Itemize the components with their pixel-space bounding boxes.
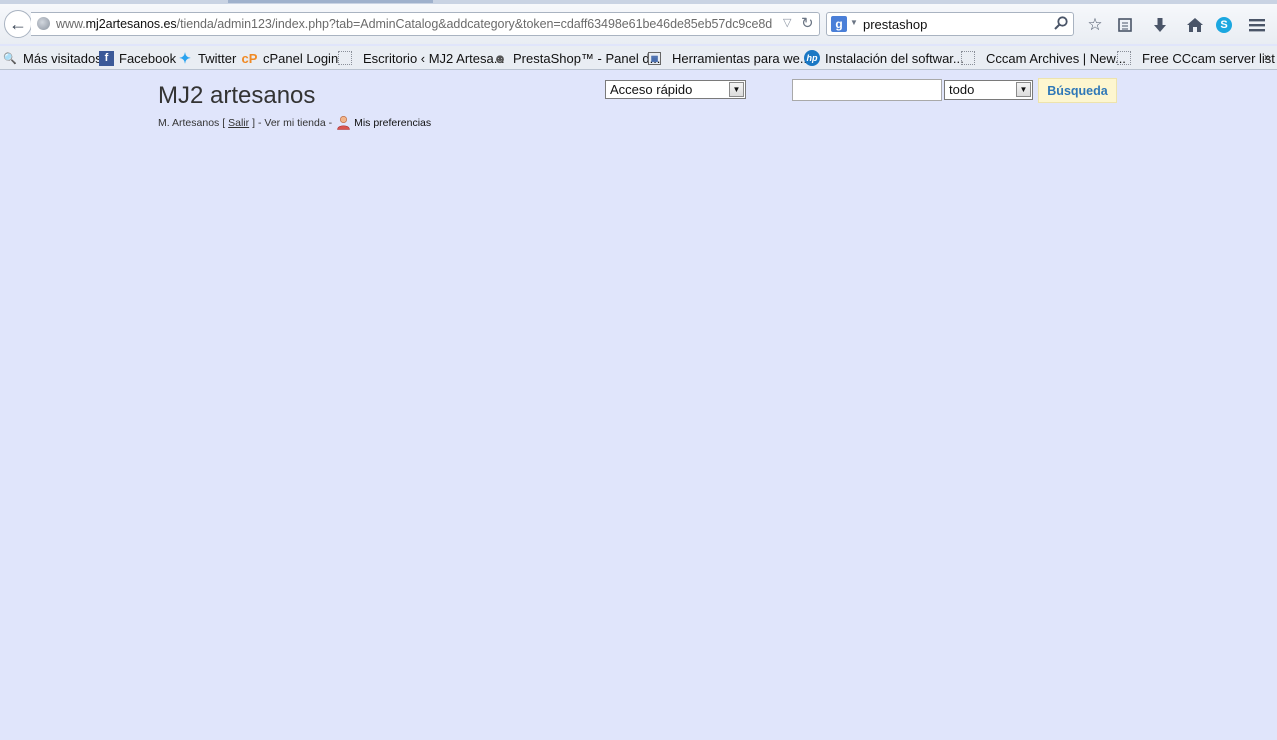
bookmark-prestashop[interactable]: ☻ PrestaShop™ - Panel d... xyxy=(492,49,660,67)
bookmark-label: PrestaShop™ - Panel d... xyxy=(513,50,661,66)
search-scope-value: todo xyxy=(949,82,975,97)
bookmark-escritorio[interactable]: Escritorio ‹ MJ2 Artesa... xyxy=(338,49,505,67)
bookmark-label: Más visitados xyxy=(23,50,102,66)
user-preferences-icon[interactable] xyxy=(336,115,351,130)
bookmarks-toolbar: 🔍 Más visitados f Facebook ✦ Twitter cP … xyxy=(0,46,1277,70)
bookmark-label: Cccam Archives | New... xyxy=(986,50,1126,66)
site-title: MJ2 artesanos xyxy=(158,82,316,109)
page-icon xyxy=(961,51,975,65)
page-icon xyxy=(1117,51,1131,65)
user-name: M. Artesanos [ xyxy=(158,116,226,129)
url-history-dropdown-icon[interactable]: ▽ xyxy=(783,16,791,29)
google-icon[interactable]: g xyxy=(831,16,847,32)
star-bookmark-icon[interactable]: ☆ xyxy=(1085,15,1105,35)
bookmark-label: Free CCcam server list xyxy=(1142,50,1275,66)
bookmarks-overflow-button[interactable]: » xyxy=(1264,50,1271,64)
bookmark-label: cPanel Login xyxy=(263,50,339,66)
bookmarks-menu-icon[interactable] xyxy=(1115,15,1135,35)
quick-access-select[interactable]: Acceso rápido ▼ xyxy=(605,80,746,99)
prestashop-icon: ☻ xyxy=(493,50,507,66)
url-text[interactable]: www.mj2artesanos.es/tienda/admin123/inde… xyxy=(56,17,772,31)
bookmark-herramientas[interactable]: ▦ Herramientas para we... xyxy=(648,49,811,67)
page-icon xyxy=(338,51,352,65)
url-host: mj2artesanos.es xyxy=(85,17,177,31)
most-visited-icon: 🔍 xyxy=(3,52,17,65)
bookmark-cpanel[interactable]: cP cPanel Login xyxy=(241,49,339,67)
bookmark-label: Instalación del softwar... xyxy=(825,50,964,66)
search-button[interactable]: Búsqueda xyxy=(1038,78,1117,103)
bookmark-label: Facebook xyxy=(119,50,177,66)
bookmark-label: Herramientas para we... xyxy=(672,50,811,66)
search-scope-select[interactable]: todo ▼ xyxy=(944,80,1033,100)
site-identity-icon[interactable] xyxy=(37,17,50,30)
menu-icon[interactable] xyxy=(1247,15,1267,35)
search-engine-dropdown-icon[interactable]: ▼ xyxy=(850,18,858,27)
cpanel-icon: cP xyxy=(241,50,258,66)
home-icon[interactable] xyxy=(1185,15,1205,35)
bookmark-cccam-archives[interactable]: Cccam Archives | New... xyxy=(961,49,1126,67)
chevron-down-icon[interactable]: ▼ xyxy=(1016,82,1031,97)
url-prefix: www. xyxy=(56,17,86,31)
bookmark-instalacion[interactable]: hp Instalación del softwar... xyxy=(804,49,964,67)
navigation-toolbar: ← www.mj2artesanos.es/tienda/admin123/in… xyxy=(0,4,1277,44)
magnifier-icon[interactable] xyxy=(1053,15,1069,31)
chevron-down-icon[interactable]: ▼ xyxy=(729,82,744,97)
url-path: /tienda/admin123/index.php?tab=AdminCata… xyxy=(176,17,773,31)
bookmark-facebook[interactable]: f Facebook xyxy=(99,49,176,67)
user-info-line: M. Artesanos [ Salir ] - Ver mi tienda -… xyxy=(158,115,431,130)
url-bar[interactable]: www.mj2artesanos.es/tienda/admin123/inde… xyxy=(31,12,820,36)
tools-icon: ▦ xyxy=(648,51,661,65)
browser-search-bar[interactable]: g ▼ prestashop xyxy=(826,12,1074,36)
facebook-icon: f xyxy=(99,50,114,66)
view-store-text: ] - Ver mi tienda - xyxy=(252,116,333,129)
bookmark-mas-visitados[interactable]: 🔍 Más visitados xyxy=(2,49,102,67)
preferences-link[interactable]: Mis preferencias xyxy=(354,117,431,129)
admin-search-input[interactable] xyxy=(792,79,942,101)
quick-access-label: Acceso rápido xyxy=(610,82,693,97)
bookmark-free-cccam[interactable]: Free CCcam server list xyxy=(1117,49,1275,67)
reload-icon[interactable]: ↻ xyxy=(801,14,814,32)
hp-icon: hp xyxy=(804,50,820,66)
bookmark-twitter[interactable]: ✦ Twitter xyxy=(177,49,236,67)
browser-search-text[interactable]: prestashop xyxy=(863,17,927,32)
download-icon[interactable] xyxy=(1150,15,1170,35)
logout-link[interactable]: Salir xyxy=(228,117,249,129)
twitter-icon: ✦ xyxy=(179,49,191,66)
skype-icon[interactable]: S xyxy=(1214,15,1234,35)
bookmark-label: Escritorio ‹ MJ2 Artesa... xyxy=(363,50,505,66)
bookmark-label: Twitter xyxy=(198,50,237,66)
back-arrow-icon: ← xyxy=(9,14,27,34)
tab-edge[interactable] xyxy=(228,0,433,3)
back-button[interactable]: ← xyxy=(4,10,32,38)
